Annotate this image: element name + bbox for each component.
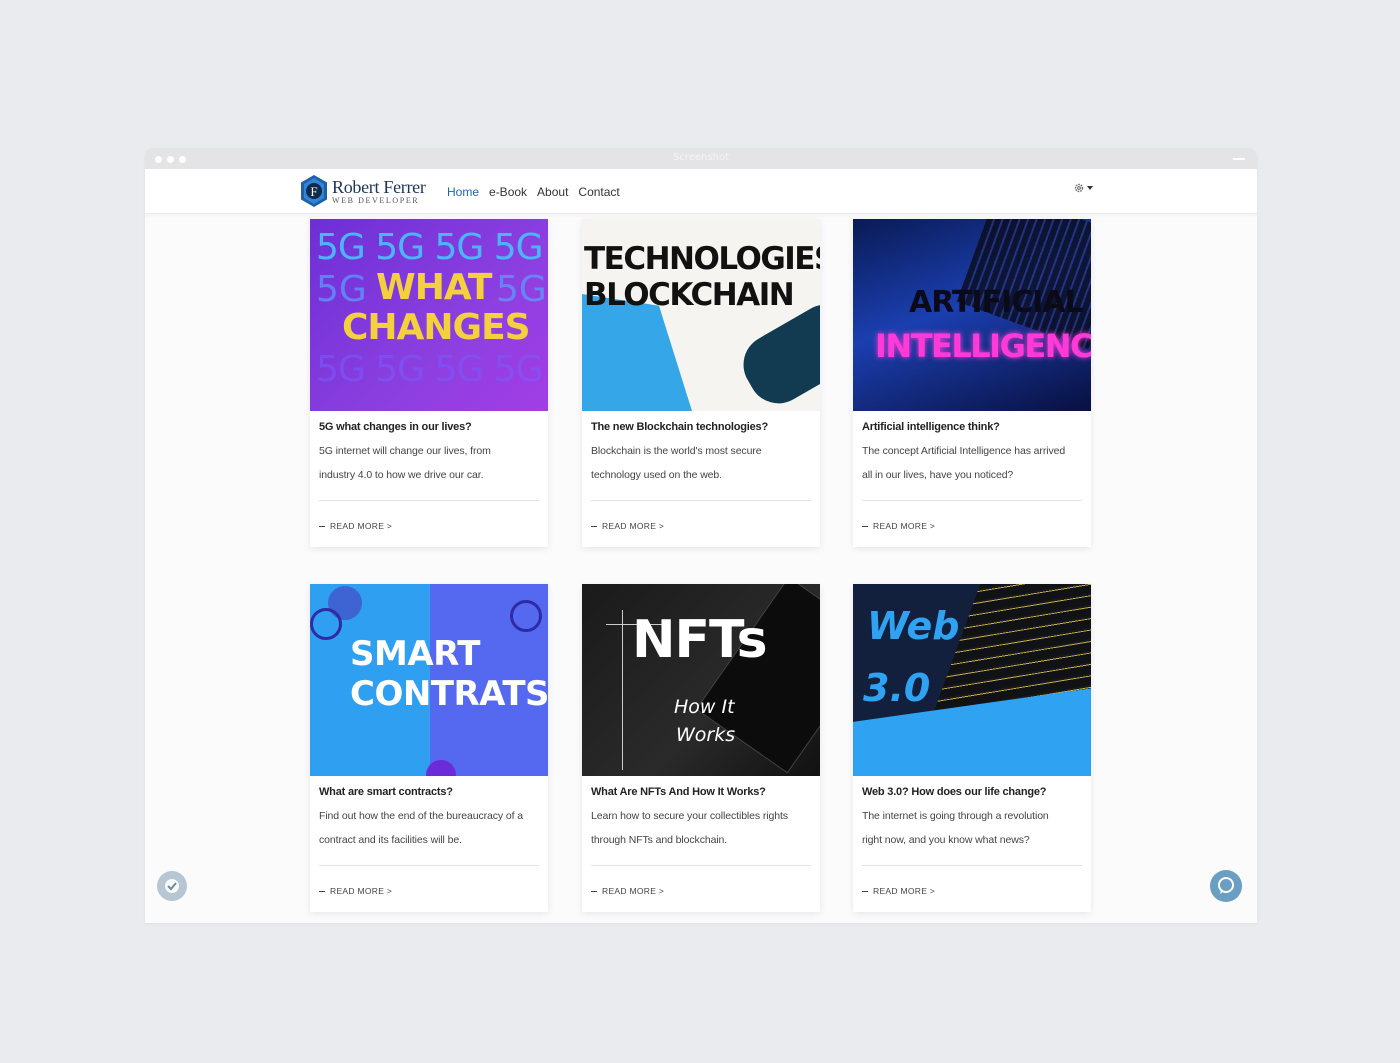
post-excerpt-line: industry 4.0 to how we drive our car. — [319, 469, 484, 481]
post-card-5g[interactable]: 5G 5G 5G 5G 5G WHAT 5G CHANGES 5G 5G 5G … — [310, 219, 548, 547]
thumb-text-technologies: TECHNOLOGIES — [584, 241, 820, 277]
site-header: F Robert Ferrer WEB DEVELOPER Home e-Boo… — [145, 169, 1257, 214]
thumb-text-web: Web — [867, 604, 960, 648]
logo-text: Robert Ferrer WEB DEVELOPER — [332, 178, 426, 205]
post-excerpt: The concept Artificial Intelligence has … — [853, 435, 1091, 487]
nav-ebook[interactable]: e-Book — [489, 185, 527, 199]
cookie-consent-button[interactable] — [157, 871, 187, 901]
thumb-text-how-it: How It — [674, 696, 735, 718]
settings-dropdown[interactable] — [1074, 183, 1093, 193]
nav-home[interactable]: Home — [447, 185, 479, 199]
chevron-down-icon — [1087, 186, 1093, 190]
post-excerpt-line: The internet is going through a revoluti… — [862, 810, 1049, 822]
logo-letter: F — [310, 184, 317, 199]
post-card-ai[interactable]: ARTIFICIAL INTELLIGENCE Artificial intel… — [853, 219, 1091, 547]
thumb-text-changes: CHANGES — [342, 307, 531, 348]
read-more-label: READ MORE > — [873, 521, 936, 531]
post-excerpt-line: through NFTs and blockchain. — [591, 834, 728, 846]
brand-tagline: WEB DEVELOPER — [332, 195, 420, 205]
read-more-link[interactable]: READ MORE > — [853, 501, 1091, 531]
post-excerpt-line: Blockchain is the world's most secure — [591, 445, 762, 457]
thumb-text-version: 3.0 — [863, 666, 931, 710]
post-card-nfts[interactable]: NFTs How It Works What Are NFTs And How … — [582, 584, 820, 912]
post-excerpt-line: technology used on the web. — [591, 469, 722, 481]
thumb-line — [622, 610, 623, 770]
dash-icon — [862, 525, 868, 527]
read-more-label: READ MORE > — [873, 886, 936, 896]
window-chrome: Screenshot — [145, 148, 1257, 169]
nav-about[interactable]: About — [537, 185, 568, 199]
thumb-text-nfts: NFTs — [632, 610, 768, 670]
shield-check-icon — [165, 879, 179, 893]
post-thumbnail[interactable]: 5G 5G 5G 5G 5G WHAT 5G CHANGES 5G 5G 5G … — [310, 219, 548, 411]
read-more-link[interactable]: READ MORE > — [853, 866, 1091, 896]
post-excerpt: Blockchain is the world's most secure tec… — [582, 435, 820, 487]
dash-icon — [591, 890, 597, 892]
post-excerpt-line: Find out how the end of the bureaucracy … — [319, 810, 523, 822]
thumb-text-works: Works — [676, 724, 736, 746]
thumb-text-contrats: CONTRATS — [350, 674, 548, 714]
post-thumbnail[interactable]: TECHNOLOGIES BLOCKCHAIN — [582, 219, 820, 411]
post-title[interactable]: 5G what changes in our lives? — [310, 411, 548, 435]
post-excerpt: 5G internet will change our lives, from i… — [310, 435, 548, 487]
post-excerpt-line: Learn how to secure your collectibles ri… — [591, 810, 788, 822]
read-more-link[interactable]: READ MORE > — [310, 866, 548, 896]
dash-icon — [591, 525, 597, 527]
thumb-text-blockchain: BLOCKCHAIN — [584, 277, 795, 313]
post-title[interactable]: The new Blockchain technologies? — [582, 411, 820, 435]
read-more-link[interactable]: READ MORE > — [310, 501, 548, 531]
chat-bubble-icon — [1218, 877, 1234, 894]
window-title: Screenshot — [673, 152, 729, 163]
chat-button[interactable] — [1210, 870, 1242, 902]
thumb-text-intelligence: INTELLIGENCE — [875, 327, 1091, 365]
thumb-ring — [510, 600, 542, 632]
logo-badge-icon: F — [301, 175, 327, 207]
post-title[interactable]: Web 3.0? How does our life change? — [853, 776, 1091, 800]
post-excerpt-line: right now, and you know what news? — [862, 834, 1030, 846]
dash-icon — [319, 890, 325, 892]
read-more-label: READ MORE > — [602, 886, 665, 896]
browser-window: Screenshot F Robert Ferrer WEB DEVELOPER… — [145, 148, 1257, 923]
post-thumbnail[interactable]: NFTs How It Works — [582, 584, 820, 776]
post-card-web3[interactable]: Web 3.0 Web 3.0? How does our life chang… — [853, 584, 1091, 912]
thumb-text-5g-row1: 5G 5G 5G 5G — [316, 227, 544, 268]
read-more-label: READ MORE > — [602, 521, 665, 531]
post-thumbnail[interactable]: Web 3.0 — [853, 584, 1091, 776]
post-excerpt: Learn how to secure your collectibles ri… — [582, 800, 820, 852]
brand-name: Robert Ferrer — [332, 176, 426, 197]
thumb-text-smart: SMART — [350, 634, 480, 674]
post-excerpt-line: all in our lives, have you noticed? — [862, 469, 1014, 481]
post-title[interactable]: What are smart contracts? — [310, 776, 548, 800]
post-thumbnail[interactable]: ARTIFICIAL INTELLIGENCE — [853, 219, 1091, 411]
thumb-text-5g-row4: 5G 5G 5G 5G — [316, 349, 544, 390]
read-more-label: READ MORE > — [330, 521, 393, 531]
site-logo[interactable]: F Robert Ferrer WEB DEVELOPER — [300, 174, 426, 208]
thumb-text-5g-side: 5G — [496, 269, 547, 310]
post-excerpt-line: The concept Artificial Intelligence has … — [862, 445, 1066, 457]
post-excerpt-line: contract and its facilities will be. — [319, 834, 462, 846]
thumb-ring — [310, 608, 342, 640]
read-more-link[interactable]: READ MORE > — [582, 501, 820, 531]
post-excerpt-line: 5G internet will change our lives, from — [319, 445, 491, 457]
post-card-blockchain[interactable]: TECHNOLOGIES BLOCKCHAIN The new Blockcha… — [582, 219, 820, 547]
main-nav: Home e-Book About Contact — [447, 185, 620, 199]
read-more-label: READ MORE > — [330, 886, 393, 896]
thumb-text-what: WHAT — [376, 267, 492, 308]
dash-icon — [862, 890, 868, 892]
post-title[interactable]: What Are NFTs And How It Works? — [582, 776, 820, 800]
read-more-link[interactable]: READ MORE > — [582, 866, 820, 896]
post-title[interactable]: Artificial intelligence think? — [853, 411, 1091, 435]
gear-icon — [1074, 183, 1084, 193]
dash-icon — [319, 525, 325, 527]
post-card-smart-contracts[interactable]: SMART CONTRATS What are smart contracts?… — [310, 584, 548, 912]
thumb-text-artificial: ARTIFICIAL — [909, 285, 1084, 320]
post-excerpt: The internet is going through a revoluti… — [853, 800, 1091, 852]
minimize-icon[interactable] — [1233, 158, 1245, 160]
thumb-text-5g-row2: 5G — [316, 269, 367, 310]
post-thumbnail[interactable]: SMART CONTRATS — [310, 584, 548, 776]
post-excerpt: Find out how the end of the bureaucracy … — [310, 800, 548, 852]
nav-contact[interactable]: Contact — [578, 185, 619, 199]
